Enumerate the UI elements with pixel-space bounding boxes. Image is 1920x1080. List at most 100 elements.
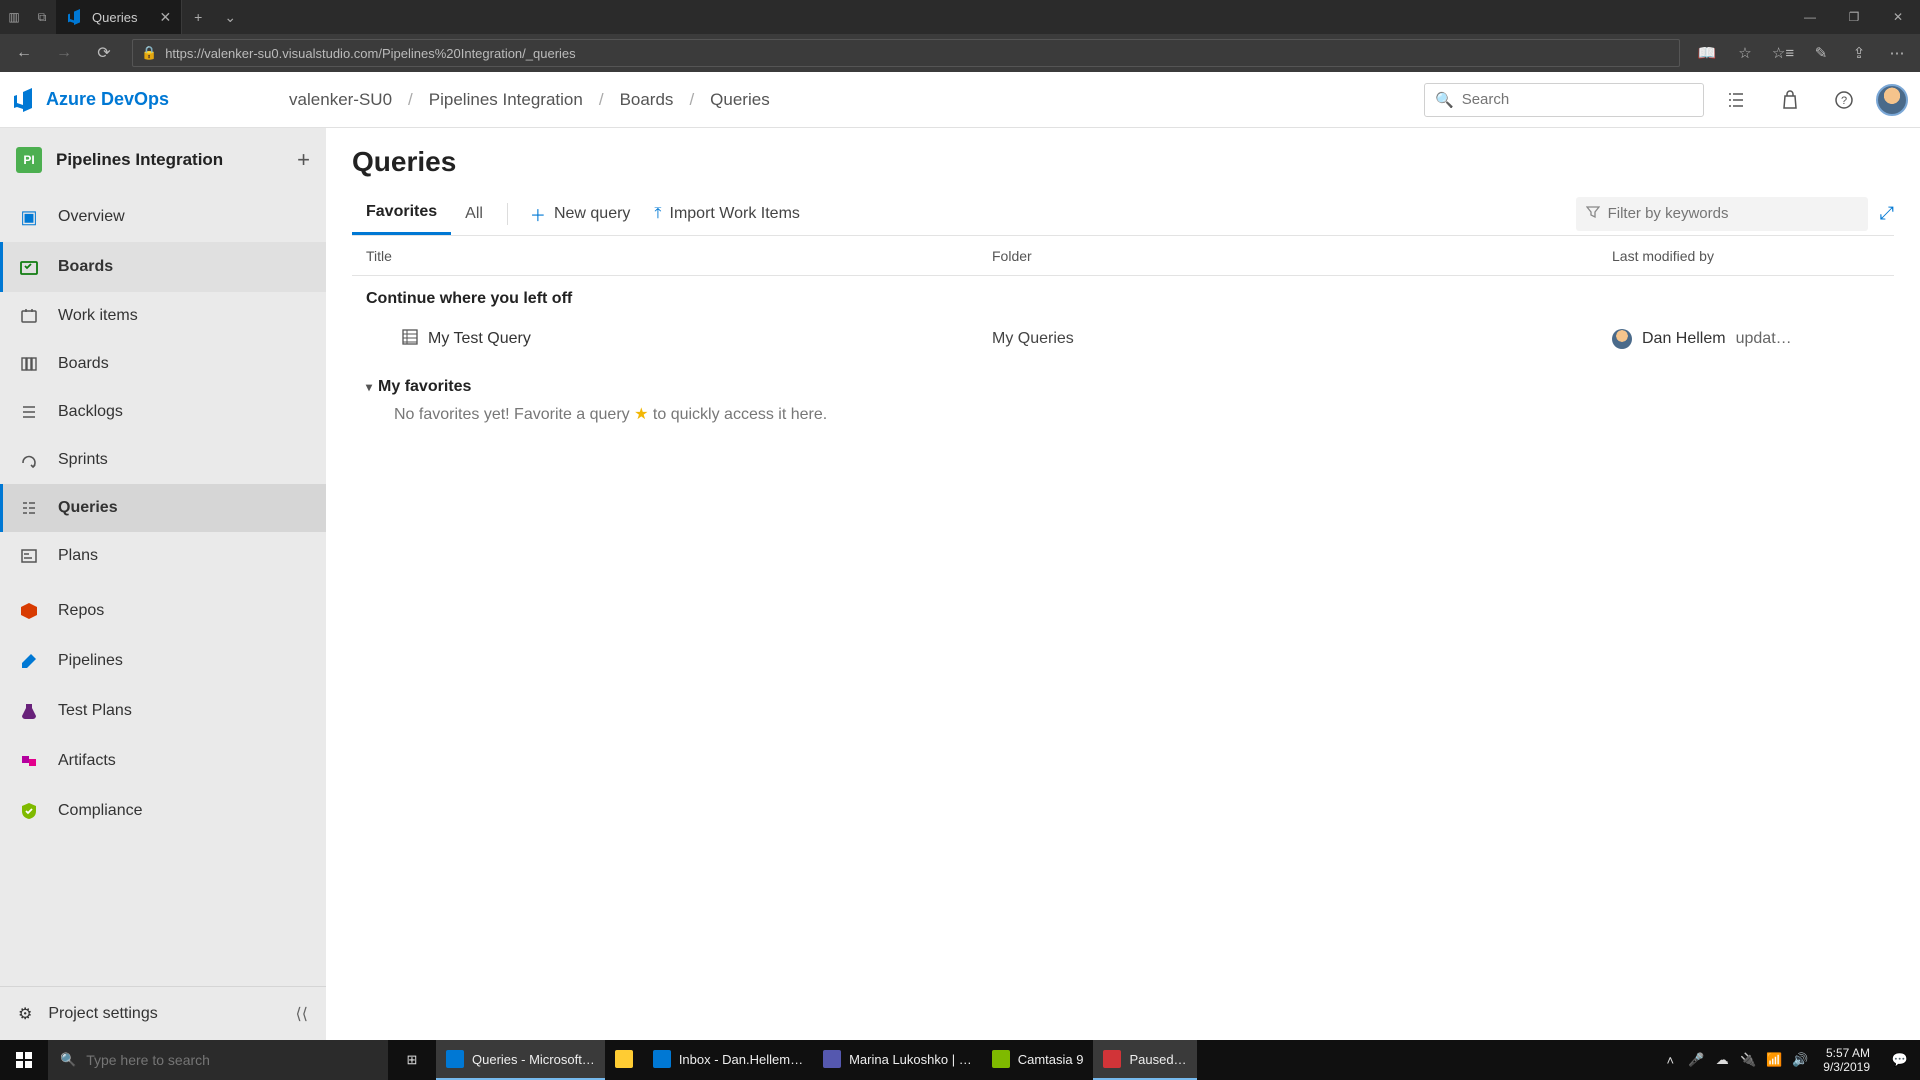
reading-view-icon[interactable]: 📖 [1690, 37, 1724, 69]
column-header-modified[interactable]: Last modified by [1612, 248, 1894, 264]
sidebar-item-pipelines[interactable]: Pipelines [0, 636, 326, 686]
azure-devops-logo-icon [14, 88, 38, 112]
sidebar-item-boards[interactable]: Boards [0, 242, 326, 292]
global-search[interactable]: 🔍 [1424, 83, 1704, 117]
breadcrumb-project[interactable]: Pipelines Integration [429, 90, 583, 110]
favorites-list-icon[interactable]: ☆≡ [1766, 37, 1800, 69]
new-tab-button[interactable]: + [182, 0, 214, 34]
window-close-button[interactable]: ✕ [1876, 0, 1920, 34]
taskbar-clock[interactable]: 5:57 AM 9/3/2019 [1813, 1046, 1880, 1074]
tab-more-icon[interactable]: ⌄ [214, 0, 246, 34]
new-query-button[interactable]: ＋ New query [518, 192, 643, 235]
import-work-items-button[interactable]: ⤒ Import Work Items [642, 192, 811, 235]
test-plans-icon [18, 700, 40, 722]
sidebar-item-work-items[interactable]: Work items [0, 292, 326, 340]
project-switcher[interactable]: PI Pipelines Integration + [0, 128, 326, 192]
sidebar-item-overview[interactable]: ▣ Overview [0, 192, 326, 242]
filter-input[interactable] [1608, 205, 1858, 222]
window-maximize-button[interactable]: ❐ [1832, 0, 1876, 34]
tray-chevron-icon[interactable]: ˄ [1657, 1040, 1683, 1080]
browser-refresh-button[interactable]: ⟳ [86, 37, 122, 69]
browser-tab[interactable]: Queries ✕ [56, 0, 182, 34]
taskbar-search[interactable]: 🔍 [48, 1040, 388, 1080]
browser-back-button[interactable]: ← [6, 37, 42, 69]
global-search-input[interactable] [1462, 91, 1693, 108]
taskbar-app-outlook[interactable]: Inbox - Dan.Hellem… [643, 1040, 813, 1080]
expand-icon[interactable]: ⤢ [1880, 203, 1894, 224]
sidebar-item-artifacts[interactable]: Artifacts [0, 736, 326, 786]
taskbar-app-explorer[interactable] [605, 1040, 643, 1080]
taskbar-app-label: Paused… [1129, 1052, 1186, 1067]
action-center-icon[interactable]: 💬 [1880, 1040, 1920, 1080]
gear-icon: ⚙ [18, 1004, 32, 1024]
favorites-empty-message: No favorites yet! Favorite a query ★ to … [352, 404, 1894, 424]
filter-box[interactable] [1576, 197, 1868, 231]
sidebar-item-backlogs[interactable]: Backlogs [0, 388, 326, 436]
url-input[interactable] [165, 46, 1671, 61]
breadcrumb: valenker-SU0 / Pipelines Integration / B… [289, 90, 770, 110]
tray-power-icon[interactable]: 🔌 [1735, 1040, 1761, 1080]
tab-all[interactable]: All [451, 192, 497, 235]
divider [507, 203, 508, 225]
repos-icon [18, 600, 40, 622]
column-header-folder[interactable]: Folder [992, 248, 1612, 264]
favorites-section-header[interactable]: ▾ My favorites [352, 360, 1894, 404]
sidebar-item-sprints[interactable]: Sprints [0, 436, 326, 484]
url-box[interactable]: 🔒 [132, 39, 1680, 67]
main-content: Queries Favorites All ＋ New query ⤒ Impo… [326, 128, 1920, 1040]
taskbar-search-input[interactable] [86, 1052, 376, 1068]
chevron-down-icon: ▾ [366, 380, 372, 394]
window-minimize-button[interactable]: — [1788, 0, 1832, 34]
work-items-list-icon[interactable] [1714, 78, 1758, 122]
breadcrumb-area[interactable]: Boards [620, 90, 674, 110]
tab-favorites[interactable]: Favorites [352, 192, 451, 235]
sidebar-item-plans[interactable]: Plans [0, 532, 326, 580]
taskbar-app-camtasia[interactable]: Camtasia 9 [982, 1040, 1094, 1080]
help-icon[interactable]: ? [1822, 78, 1866, 122]
sidebar-item-boards-sub[interactable]: Boards [0, 340, 326, 388]
favorite-star-icon[interactable]: ☆ [1728, 37, 1762, 69]
tray-mic-icon[interactable]: 🎤 [1683, 1040, 1709, 1080]
tray-onedrive-icon[interactable]: ☁ [1709, 1040, 1735, 1080]
sidebar-item-test-plans[interactable]: Test Plans [0, 686, 326, 736]
browser-more-icon[interactable]: ⋯ [1880, 37, 1914, 69]
sidebar-item-queries[interactable]: Queries [0, 484, 326, 532]
breadcrumb-page[interactable]: Queries [710, 90, 770, 110]
tray-wifi-icon[interactable]: 📶 [1761, 1040, 1787, 1080]
filter-icon [1586, 205, 1600, 223]
start-button[interactable] [0, 1040, 48, 1080]
notes-icon[interactable]: ✎ [1804, 37, 1838, 69]
project-badge: PI [16, 147, 42, 173]
import-icon: ⤒ [654, 205, 661, 223]
sidebar-item-compliance[interactable]: Compliance [0, 786, 326, 836]
user-avatar[interactable] [1876, 84, 1908, 116]
breadcrumb-org[interactable]: valenker-SU0 [289, 90, 392, 110]
ado-logo[interactable]: Azure DevOps [14, 88, 169, 112]
query-row[interactable]: My Test Query My Queries Dan Hellem upda… [352, 318, 1894, 360]
artifacts-icon [18, 750, 40, 772]
taskbar-app-edge[interactable]: Queries - Microsoft… [436, 1040, 605, 1080]
tab-preview-icon[interactable]: ▥ [0, 0, 28, 34]
favorites-empty-pre: No favorites yet! Favorite a query [394, 406, 634, 423]
sidebar-item-label: Plans [58, 547, 98, 565]
taskbar-app-teams[interactable]: Marina Lukoshko | … [813, 1040, 982, 1080]
tab-close-icon[interactable]: ✕ [160, 9, 172, 26]
add-icon[interactable]: + [297, 147, 310, 173]
tray-volume-icon[interactable]: 🔊 [1787, 1040, 1813, 1080]
column-header-title[interactable]: Title [352, 248, 992, 264]
marketplace-icon[interactable] [1768, 78, 1812, 122]
sidebar-item-repos[interactable]: Repos [0, 586, 326, 636]
query-folder: My Queries [992, 330, 1612, 348]
share-icon[interactable]: ⇪ [1842, 37, 1876, 69]
project-settings-label: Project settings [48, 1005, 157, 1023]
tab-row: Favorites All ＋ New query ⤒ Import Work … [352, 192, 1894, 236]
project-settings[interactable]: ⚙ Project settings ⟨⟨ [0, 986, 326, 1040]
sidebar-item-label: Sprints [58, 451, 108, 469]
collapse-sidebar-icon[interactable]: ⟨⟨ [296, 1004, 308, 1024]
task-view-icon[interactable]: ⊞ [388, 1040, 436, 1080]
tab-aside-icon[interactable]: ⧉ [28, 0, 56, 34]
boards-icon [18, 256, 40, 278]
azure-devops-favicon-icon [68, 9, 84, 25]
browser-forward-button[interactable]: → [46, 37, 82, 69]
taskbar-app-recorder[interactable]: Paused… [1093, 1040, 1196, 1080]
